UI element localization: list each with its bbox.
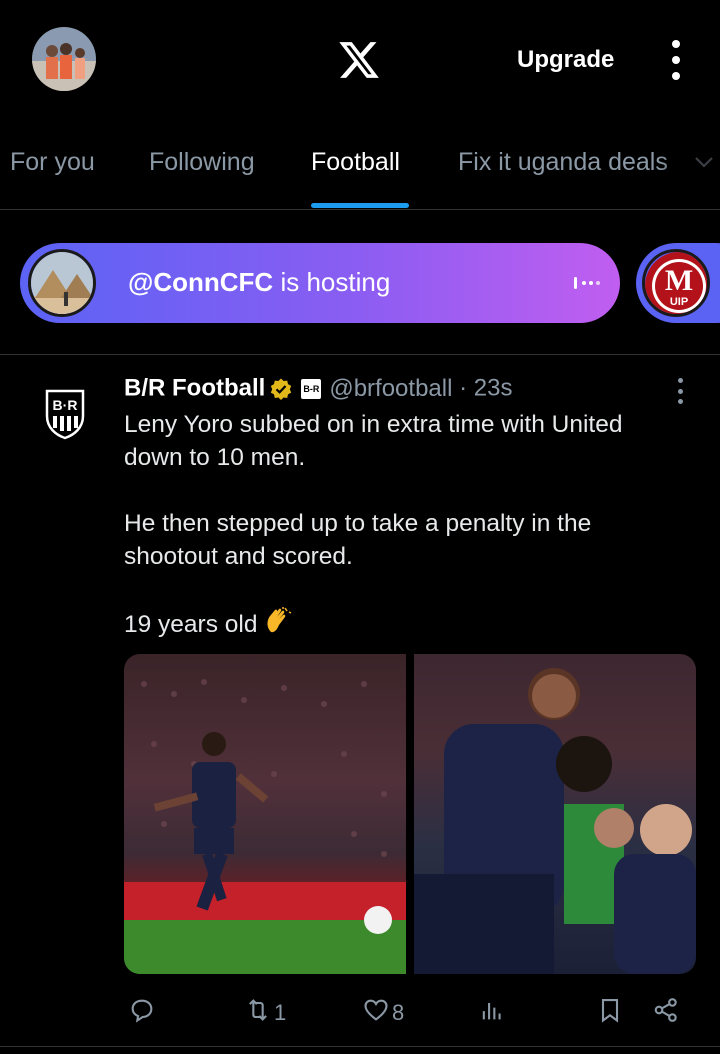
space-title: @ConnCFC is hosting (128, 267, 390, 298)
more-vertical-icon[interactable] (662, 40, 690, 80)
space-status: is hosting (273, 267, 391, 297)
timestamp[interactable]: 23s (474, 375, 513, 402)
like-count: 8 (392, 1000, 405, 1025)
active-tab-indicator (311, 203, 409, 208)
bookmark-icon (596, 996, 624, 1030)
affiliate-badge[interactable]: B-R (301, 378, 322, 399)
author-handle[interactable]: @brfootball (329, 375, 452, 402)
space-host-avatar (28, 249, 96, 317)
space-card[interactable]: @ConnCFC is hosting (20, 243, 620, 323)
top-bar: Upgrade (0, 0, 720, 120)
x-logo-icon[interactable] (336, 38, 382, 82)
tab-football[interactable]: Football (311, 148, 400, 177)
space-host-avatar-2: M UIP (642, 249, 710, 317)
br-logo[interactable]: B·R (44, 388, 86, 440)
heart-icon (362, 996, 390, 1030)
tweet-more-icon[interactable] (676, 378, 684, 404)
tweet-media[interactable] (124, 654, 696, 974)
tweet-text-line-1: Leny Yoro subbed on in extra time with U… (124, 411, 623, 471)
reply-icon (128, 996, 156, 1030)
tab-following[interactable]: Following (149, 148, 255, 177)
repost-button[interactable]: 1 (244, 996, 286, 1030)
share-button[interactable] (652, 996, 680, 1030)
space-live-icon (572, 273, 600, 293)
reply-button[interactable] (128, 996, 158, 1030)
tweet-text-line-2: He then stepped up to take a penalty in … (124, 510, 592, 570)
upgrade-button[interactable]: Upgrade (517, 46, 614, 74)
tweet-text: Leny Yoro subbed on in extra time with U… (124, 408, 684, 641)
tweet-actions: 1 8 (124, 996, 684, 1030)
tweet[interactable]: B·R B/R Football B-R @brfootball · 23s Len… (0, 356, 720, 1054)
tweet-text-line-3: 19 years old (124, 611, 258, 638)
space-host: @ConnCFC (128, 267, 274, 297)
br-logo-text: B·R (53, 397, 78, 413)
divider (0, 1046, 720, 1047)
share-icon (652, 996, 680, 1030)
tab-fix-it-uganda-deals[interactable]: Fix it uganda deals (458, 148, 668, 177)
tab-for-you[interactable]: For you (10, 148, 95, 177)
media-image-1[interactable] (124, 654, 406, 974)
repost-count: 1 (274, 1000, 287, 1025)
bookmark-button[interactable] (596, 996, 624, 1030)
media-image-2[interactable] (414, 654, 696, 974)
space-card-2[interactable]: M UIP (636, 243, 720, 323)
space-badge-letter: M (665, 264, 693, 297)
tweet-header: B/R Football B-R @brfootball · 23s (124, 374, 664, 404)
separator: · (459, 374, 468, 402)
clapping-hands-icon (263, 606, 293, 636)
repost-icon (244, 996, 272, 1030)
profile-avatar[interactable] (32, 27, 96, 91)
views-icon (478, 996, 506, 1030)
verified-badge-icon (269, 377, 293, 401)
spaces-row: @ConnCFC is hosting M UIP (0, 211, 720, 355)
author-name[interactable]: B/R Football (124, 375, 265, 402)
space-badge-sub: UIP (670, 296, 688, 308)
views-button[interactable] (478, 996, 508, 1030)
chevron-down-icon[interactable] (692, 150, 716, 174)
timeline-tabs: For you Following Football Fix it uganda… (0, 130, 720, 210)
like-button[interactable]: 8 (362, 996, 404, 1030)
